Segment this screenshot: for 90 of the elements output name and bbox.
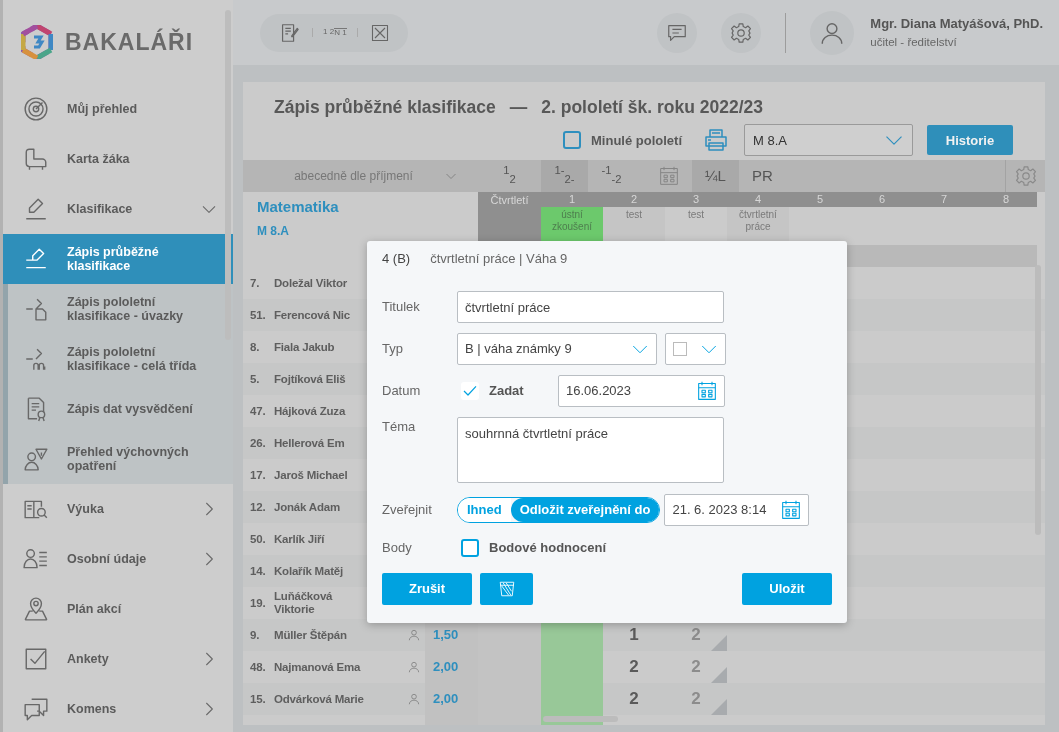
- student-name: Hellerová Em: [274, 436, 346, 450]
- grade-label: 4 (B): [382, 250, 411, 268]
- student-name: Kolařík Matěj: [274, 564, 344, 578]
- class-select[interactable]: M 8.A: [744, 124, 913, 157]
- grade-cell[interactable]: 2: [665, 683, 727, 715]
- sort-select[interactable]: abecedně dle příjmení: [243, 160, 478, 192]
- field-label: Typ: [382, 340, 404, 359]
- column-number: 2: [603, 192, 665, 207]
- row-number: 50.: [250, 532, 267, 546]
- cancel-button[interactable]: Zrušit: [382, 572, 472, 605]
- average-cell: 2,00: [425, 683, 478, 715]
- column-number: 5: [789, 192, 851, 207]
- student-name: Jaroš Michael: [274, 468, 349, 482]
- title-separator: —: [509, 96, 528, 119]
- checkbox-label: Zadat: [489, 382, 525, 401]
- grade-cell[interactable]: 2: [665, 619, 727, 651]
- sidebar-item[interactable]: Přehled výchovných opatření: [3, 434, 233, 484]
- column-number: 6: [851, 192, 913, 207]
- class-name: M 8.A: [257, 222, 290, 240]
- topic-textarea[interactable]: souhrnná čtvrtletní práce: [457, 417, 724, 483]
- field-label: Titulek: [382, 298, 421, 317]
- row-number: 15.: [250, 692, 267, 706]
- student-name: Fiala Jakub: [274, 340, 336, 354]
- student-name: Karlík Jiří: [274, 532, 326, 546]
- student-name: Odvárková Marie: [274, 692, 364, 706]
- period-title: 2. pololetí šk. roku 2022/23: [541, 96, 764, 119]
- publish-option[interactable]: Odložit zveřejnění do: [510, 498, 660, 522]
- publish-option[interactable]: Ihned: [458, 498, 511, 522]
- field-label: Zveřejnit: [382, 501, 433, 520]
- row-number: 7.: [250, 276, 261, 290]
- sidebar-item[interactable]: Plán akcí: [3, 584, 233, 634]
- subject-name: Matematika: [257, 197, 340, 217]
- sidebar-item[interactable]: Zápis dat vysvědčení: [3, 384, 233, 434]
- grade-cell[interactable]: 2: [603, 683, 665, 715]
- date-input[interactable]: 16.06.2023: [558, 375, 725, 407]
- row-number: 26.: [250, 436, 267, 450]
- datetime-input[interactable]: 21. 6. 2023 8:14: [664, 494, 810, 526]
- column-number: 4: [727, 192, 789, 207]
- fraction-button[interactable]: 1 2N 1: [312, 27, 358, 38]
- page-title: Zápis průběžné klasifikace: [274, 96, 496, 119]
- row-number: 47.: [250, 404, 267, 418]
- row-number: 19.: [250, 596, 267, 610]
- row-number: 17.: [250, 468, 267, 482]
- row-number: 12.: [250, 500, 267, 514]
- student-name: Hájková Zuza: [274, 404, 347, 418]
- sidebar-item[interactable]: Komens: [3, 684, 233, 732]
- student-name: Luňáčková Viktorie: [274, 590, 334, 616]
- grade-cell[interactable]: 1: [603, 619, 665, 651]
- user-name: Mgr. Diana Matyášová, PhD.: [870, 15, 1043, 34]
- row-number: 5.: [250, 372, 261, 386]
- sidebar-item[interactable]: Karta žáka: [3, 134, 233, 184]
- view-mode-button[interactable]: ¼L: [692, 160, 739, 192]
- student-name: Fojtíková Eliš: [274, 372, 347, 386]
- sidebar-item[interactable]: Výuka: [3, 484, 233, 534]
- grade-cell[interactable]: 2: [665, 651, 727, 683]
- student-name: Najmanová Ema: [274, 660, 362, 674]
- title-input[interactable]: čtvrtletní práce: [457, 291, 724, 323]
- history-button[interactable]: Historie: [927, 125, 1013, 156]
- view-mode-button[interactable]: PR: [739, 160, 786, 192]
- student-name: Jonák Adam: [274, 500, 341, 514]
- row-number: 48.: [250, 660, 267, 674]
- user-role: učitel - ředitelství: [870, 34, 958, 50]
- row-number: 51.: [250, 308, 267, 322]
- checkbox-label: Bodové hodnocení: [489, 539, 606, 557]
- row-number: 8.: [250, 340, 261, 354]
- sidebar-item[interactable]: Zápis pololetní klasifikace - úvazky: [3, 284, 233, 334]
- column-number: 3: [665, 192, 727, 207]
- field-label: Body: [382, 539, 413, 557]
- sidebar-item[interactable]: Osobní údaje: [3, 534, 233, 584]
- student-name: Ferencová Nic: [274, 308, 352, 322]
- sidebar-item[interactable]: Zápis pololetní klasifikace - celá třída: [3, 334, 233, 384]
- sidebar-item[interactable]: Můj přehled: [3, 84, 233, 134]
- checkbox-label: Minulé pololetí: [591, 131, 682, 150]
- save-button[interactable]: Uložit: [742, 572, 832, 605]
- column-number: 7: [913, 192, 975, 207]
- sidebar-item[interactable]: Ankety: [3, 634, 233, 684]
- column-number: 1: [541, 192, 603, 207]
- sidebar-item[interactable]: Klasifikace: [3, 184, 233, 234]
- field-label: Téma: [382, 418, 417, 436]
- average-cell: 2,00: [425, 651, 478, 683]
- student-name: Müller Štěpán: [274, 628, 348, 642]
- sidebar-item[interactable]: Zápis průběžné klasifikace: [3, 234, 233, 284]
- row-number: 14.: [250, 564, 267, 578]
- field-label: Datum: [382, 382, 422, 401]
- row-number: 9.: [250, 628, 261, 642]
- column-number: 8: [975, 192, 1037, 207]
- grade-cell[interactable]: 2: [603, 651, 665, 683]
- logo-text: BAKALÁŘI: [65, 27, 194, 57]
- type-select[interactable]: B | váha známky 9: [457, 333, 657, 365]
- student-name: Doležal Viktor: [274, 276, 349, 290]
